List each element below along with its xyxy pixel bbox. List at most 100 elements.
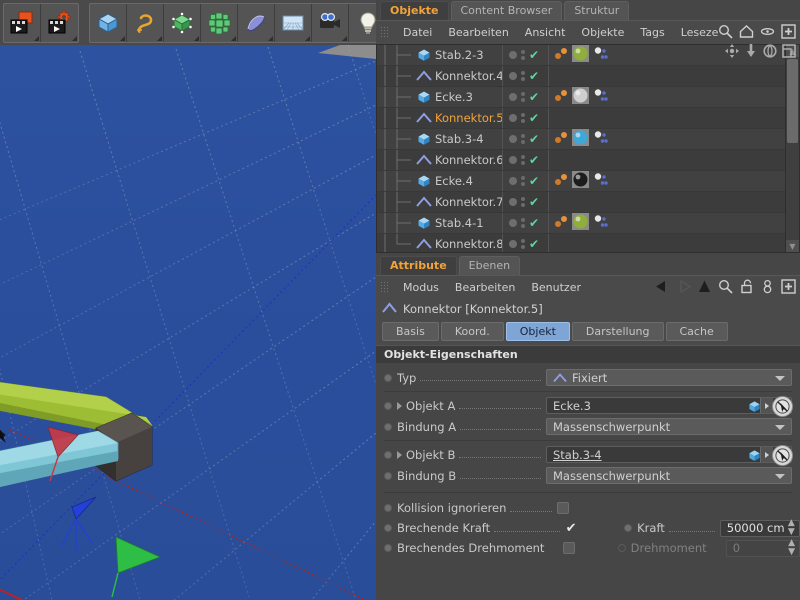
editor-visibility-dot[interactable] [509,72,517,80]
rotate-camera-icon[interactable] [763,44,777,58]
plus-box-icon[interactable] [781,24,796,39]
brechende-kraft-checkbox[interactable]: ✔ [565,522,577,535]
animate-bullet-icon[interactable] [384,373,392,382]
editor-visibility-dot[interactable] [509,240,517,248]
table-row[interactable]: Ecke.3 ✔ [377,87,786,108]
table-row[interactable]: Konnektor.8 ✔ [377,234,786,252]
cube-primitive-button[interactable] [90,3,127,42]
animate-bullet-icon[interactable] [384,544,392,552]
kraft-number-field[interactable]: 50000 cm ▲ ▼ [719,519,800,537]
render-visibility-dots[interactable] [521,134,525,144]
material-tag-icon[interactable] [572,171,589,191]
menu-ansicht[interactable]: Ansicht [517,21,574,44]
move-camera-icon[interactable] [725,44,739,58]
tab-struktur[interactable]: Struktur [564,1,630,20]
bindung-b-dropdown[interactable]: Massenschwerpunkt [546,467,792,484]
menu-datei[interactable]: Datei [395,21,440,44]
dynamics-body-tag-icon[interactable] [553,214,569,233]
animate-bullet-icon[interactable] [384,504,392,512]
editor-visibility-dot[interactable] [509,219,517,227]
enabled-check-icon[interactable]: ✔ [529,217,539,229]
editor-visibility-dot[interactable] [509,51,517,59]
table-row[interactable]: Konnektor.6 ✔ [377,150,786,171]
editor-visibility-dot[interactable] [509,156,517,164]
link-chain-icon[interactable] [760,279,775,294]
up-arrow-icon[interactable] [697,279,712,294]
viewport-model-geometry[interactable] [0,45,376,600]
render-visibility-dots[interactable] [521,218,525,228]
kraft-spinner-icon[interactable]: ▲ ▼ [788,519,795,537]
search-icon[interactable] [718,24,733,39]
object-tree-scrollbar[interactable]: ▲ ▼ [785,45,799,252]
table-row[interactable]: Konnektor.5 ✔ [377,108,786,129]
expand-arrow-icon[interactable] [397,401,402,410]
brechendes-drehmoment-checkbox[interactable] [563,542,575,554]
dynamics-body-tag-icon[interactable] [553,172,569,191]
table-row[interactable]: Stab.3-4 ✔ [377,129,786,150]
eye-icon[interactable] [760,24,775,39]
enabled-check-icon[interactable]: ✔ [529,70,539,82]
table-row[interactable]: Konnektor.7 ✔ [377,192,786,213]
3d-viewport[interactable] [0,45,376,600]
dynamics-body-tag-icon[interactable] [553,46,569,65]
drehmoment-number-field[interactable]: 0 ▲ ▼ [725,539,800,557]
dynamics-body-tag-icon[interactable] [553,130,569,149]
maximize-view-icon[interactable] [782,44,796,58]
tab-koord[interactable]: Koord. [440,322,504,341]
render-settings-button[interactable] [41,4,78,42]
objekt-a-pick-button[interactable] [772,396,793,417]
tab-cache[interactable]: Cache [665,322,728,341]
forward-arrow-icon[interactable] [676,279,692,294]
enabled-check-icon[interactable]: ✔ [529,238,539,250]
dynamics-body-tag-icon[interactable] [553,88,569,107]
objekt-b-link-field[interactable]: Stab.3-4 [546,445,793,466]
drag-grip-icon[interactable] [380,281,389,294]
back-arrow-icon[interactable] [655,279,670,294]
objekt-b-pick-button[interactable] [772,445,793,466]
enabled-check-icon[interactable]: ✔ [529,112,539,124]
array-button[interactable] [201,3,238,42]
editor-visibility-dot[interactable] [509,198,517,206]
tab-attribute[interactable]: Attribute [380,256,457,275]
camera-button[interactable] [312,3,349,42]
render-visibility-dots[interactable] [521,197,525,207]
enabled-check-icon[interactable]: ✔ [529,196,539,208]
enabled-check-icon[interactable]: ✔ [529,175,539,187]
phong-tag-icon[interactable] [592,88,608,107]
bindung-a-dropdown[interactable]: Massenschwerpunkt [546,418,792,435]
scroll-down-arrow[interactable]: ▼ [786,240,799,252]
tab-content-browser[interactable]: Content Browser [450,1,563,20]
expand-arrow-icon[interactable] [397,450,402,459]
render-visibility-dots[interactable] [521,92,525,102]
menu-modus[interactable]: Modus [395,276,447,299]
objekt-a-link-field[interactable]: Ecke.3 [546,396,793,417]
phong-tag-icon[interactable] [592,172,608,191]
table-row[interactable]: Stab.4-1 ✔ [377,213,786,234]
menu-objekte[interactable]: Objekte [573,21,632,44]
table-row[interactable]: Ecke.4 ✔ [377,171,786,192]
kollision-ignorieren-checkbox[interactable] [557,502,570,514]
render-view-button[interactable] [4,3,41,42]
tab-objekt[interactable]: Objekt [505,322,570,341]
object-manager-tree[interactable]: Stab.2-3 ✔ Konnektor.4 ✔ Ecke.3 ✔ Konnektor.5 ✔… [376,44,800,253]
tab-darstellung[interactable]: Darstellung [571,322,664,341]
enabled-check-icon[interactable]: ✔ [529,49,539,61]
scale-camera-icon[interactable] [744,44,758,58]
render-visibility-dots[interactable] [521,113,525,123]
plus-box-icon[interactable] [781,279,796,294]
menu-bearbeiten[interactable]: Bearbeiten [447,276,523,299]
material-tag-icon[interactable] [572,45,589,65]
scroll-thumb[interactable] [787,59,798,143]
material-tag-icon[interactable] [572,129,589,149]
render-visibility-dots[interactable] [521,71,525,81]
menu-tags[interactable]: Tags [632,21,672,44]
material-tag-icon[interactable] [572,213,589,233]
typ-dropdown[interactable]: Fixiert [546,369,792,386]
enabled-check-icon[interactable]: ✔ [529,91,539,103]
phong-tag-icon[interactable] [592,46,608,65]
render-visibility-dots[interactable] [521,155,525,165]
enabled-check-icon[interactable]: ✔ [529,154,539,166]
animate-bullet-icon[interactable] [384,401,392,410]
table-row[interactable]: Konnektor.4 ✔ [377,66,786,87]
animate-bullet-icon[interactable] [384,450,392,459]
